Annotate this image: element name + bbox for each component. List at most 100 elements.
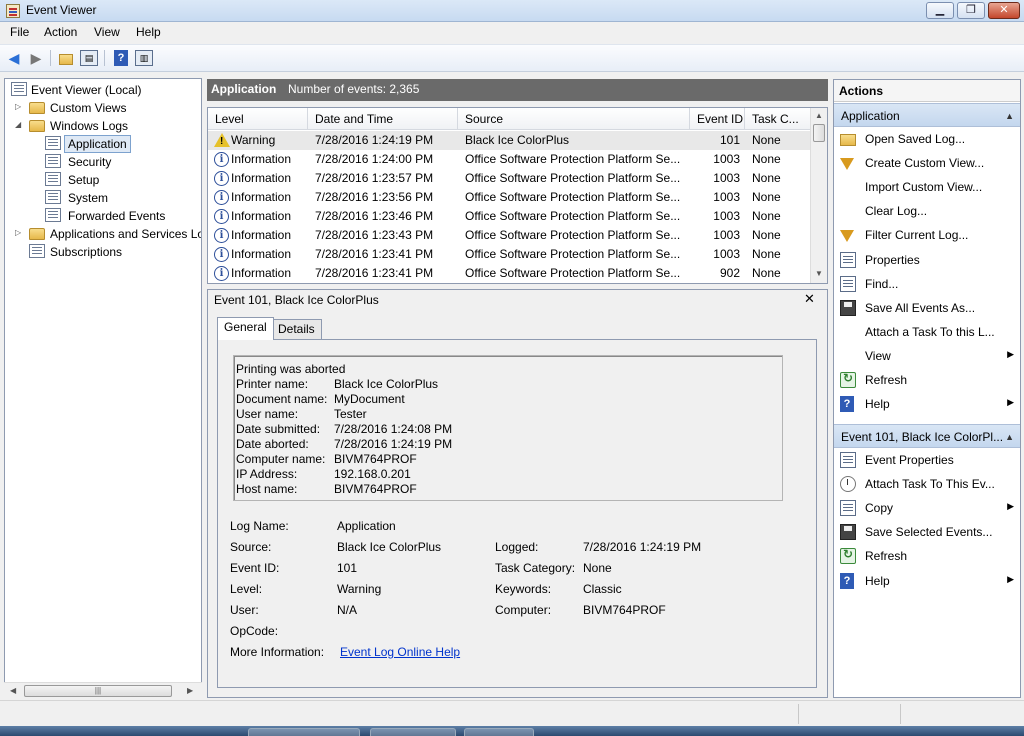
close-button[interactable]: ✕ <box>988 2 1020 19</box>
computer-value: BIVM764PROF <box>583 603 666 617</box>
table-row[interactable]: i Information 7/28/2016 1:23:46 PM Office S… <box>208 207 811 226</box>
action-label: Refresh <box>865 549 908 564</box>
actions-section-event[interactable]: Event 101, Black Ice ColorPl... ▲ <box>834 424 1020 448</box>
tree-node-apps-services[interactable]: ▷ Applications and Services Lo <box>15 225 201 243</box>
menu-action[interactable]: Action <box>44 25 77 39</box>
column-header-level[interactable]: Level <box>208 108 308 130</box>
description-value: BIVM764PROF <box>334 452 417 466</box>
level-cell: Information <box>231 152 292 166</box>
minimize-button[interactable]: ▁ <box>926 2 954 19</box>
table-row[interactable]: i Information 7/28/2016 1:23:41 PM Office S… <box>208 264 811 283</box>
action-refresh[interactable]: Refresh <box>834 369 1020 391</box>
actions-pane: Actions Application ▲ Open Saved Log... C… <box>833 79 1021 698</box>
table-row[interactable]: i Information 7/28/2016 1:23:43 PM Office S… <box>208 226 811 245</box>
action-save-selected-events[interactable]: Save Selected Events... <box>834 521 1020 543</box>
description-value: 192.168.0.201 <box>334 467 411 481</box>
description-value: Tester <box>334 407 367 421</box>
tree-node-windows-logs[interactable]: ◢ Windows Logs <box>15 117 195 135</box>
description-label: Date submitted: <box>236 422 321 436</box>
show-hide-tree-icon[interactable]: ▤ <box>80 50 98 66</box>
scroll-down-arrow-icon[interactable]: ▼ <box>815 269 823 278</box>
source-cell: Office Software Protection Platform Se..… <box>465 247 681 261</box>
open-folder-icon[interactable] <box>56 49 76 67</box>
source-cell: Office Software Protection Platform Se..… <box>465 266 681 280</box>
column-header-task[interactable]: Task C... <box>745 108 811 130</box>
column-header-event-id[interactable]: Event ID <box>690 108 745 130</box>
action-label: Save All Events As... <box>865 300 976 315</box>
back-arrow-icon[interactable]: ◀ <box>4 49 24 67</box>
action-event-properties[interactable]: Event Properties <box>834 449 1020 471</box>
event-viewer-icon <box>11 82 27 96</box>
table-row[interactable]: i Information 7/28/2016 1:23:56 PM Office S… <box>208 188 811 207</box>
refresh-icon <box>840 371 856 388</box>
status-separator <box>900 704 901 724</box>
tab-general[interactable]: General <box>217 317 274 340</box>
action-find[interactable]: Find... <box>834 273 1020 295</box>
log-name-label: Log Name: <box>230 519 289 533</box>
menu-file[interactable]: File <box>10 25 29 39</box>
actions-section-application[interactable]: Application ▲ <box>834 103 1020 127</box>
log-header: Application Number of events: 2,365 <box>207 79 828 101</box>
action-open-saved-log[interactable]: Open Saved Log... <box>834 128 1020 150</box>
table-row[interactable]: ! Warning 7/28/2016 1:24:19 PM Black Ice Co… <box>208 131 811 150</box>
help-icon[interactable]: ? <box>114 50 128 66</box>
action-label: Event Properties <box>865 453 954 467</box>
collapse-arrow-icon[interactable]: ◢ <box>15 121 23 129</box>
information-icon: i <box>214 152 229 167</box>
tab-details[interactable]: Details <box>271 319 322 340</box>
scroll-right-arrow-icon[interactable]: ▶ <box>187 686 193 695</box>
maximize-button[interactable]: ❐ <box>957 2 985 19</box>
action-create-custom-view[interactable]: Create Custom View... <box>834 152 1020 174</box>
show-hide-action-pane-icon[interactable]: ▥ <box>135 50 153 66</box>
grid-vertical-scrollbar[interactable]: ▲ ▼ <box>810 108 827 283</box>
action-properties[interactable]: Properties <box>834 249 1020 271</box>
table-row[interactable]: i Information 7/28/2016 1:23:41 PM Office S… <box>208 245 811 264</box>
scroll-up-arrow-icon[interactable]: ▲ <box>815 111 823 120</box>
action-clear-log[interactable]: Clear Log... <box>834 200 1020 222</box>
user-value: N/A <box>337 603 358 617</box>
task-category-cell: None <box>752 171 781 185</box>
close-detail-icon[interactable]: ✕ <box>804 291 815 307</box>
task-category-cell: None <box>752 228 781 242</box>
level-cell: Warning <box>231 133 276 147</box>
action-import-custom-view[interactable]: Import Custom View... <box>834 176 1020 198</box>
collapse-section-icon[interactable]: ▲ <box>1005 425 1014 447</box>
toolbar: ◀ ▶ ▤ ? ▥ <box>0 44 1024 72</box>
taskbar-button[interactable] <box>370 728 456 736</box>
menu-help[interactable]: Help <box>136 25 161 39</box>
expand-arrow-icon[interactable]: ▷ <box>15 103 23 111</box>
column-header-source[interactable]: Source <box>458 108 690 130</box>
tree-horizontal-scrollbar[interactable]: ◀ ||| ▶ <box>4 682 202 698</box>
scroll-left-arrow-icon[interactable]: ◀ <box>10 686 16 695</box>
action-refresh[interactable]: Refresh <box>834 545 1020 567</box>
action-attach-task-to-this-ev[interactable]: Attach Task To This Ev... <box>834 473 1020 495</box>
action-attach-a-task-to-this-l[interactable]: Attach a Task To this L... <box>834 321 1020 343</box>
action-help[interactable]: ? Help ▶ <box>834 393 1020 415</box>
more-information-label: More Information: <box>230 645 325 659</box>
action-copy[interactable]: Copy ▶ <box>834 497 1020 519</box>
expand-arrow-icon[interactable]: ▷ <box>15 229 23 237</box>
taskbar-button[interactable] <box>248 728 360 736</box>
task-category-cell: None <box>752 133 781 147</box>
scroll-thumb[interactable]: ||| <box>24 685 172 697</box>
action-filter-current-log[interactable]: Filter Current Log... <box>834 224 1020 246</box>
table-row[interactable]: i Information 7/28/2016 1:23:57 PM Office S… <box>208 169 811 188</box>
event-log-online-help-link[interactable]: Event Log Online Help <box>340 645 460 659</box>
action-save-all-events-as[interactable]: Save All Events As... <box>834 297 1020 319</box>
menu-bar: File Action View Help <box>0 22 1024 44</box>
forward-arrow-icon[interactable]: ▶ <box>26 49 46 67</box>
task-category-cell: None <box>752 190 781 204</box>
action-label: Copy <box>865 501 894 516</box>
menu-view[interactable]: View <box>94 25 120 39</box>
column-header-date[interactable]: Date and Time <box>308 108 458 130</box>
action-help[interactable]: ? Help ▶ <box>834 570 1020 592</box>
action-label: Open Saved Log... <box>865 132 966 146</box>
action-label: Clear Log... <box>865 204 928 219</box>
tree-node-custom-views[interactable]: ▷ Custom Views <box>15 99 195 117</box>
taskbar-button[interactable] <box>464 728 534 736</box>
table-row[interactable]: i Information 7/28/2016 1:24:00 PM Office S… <box>208 150 811 169</box>
scroll-thumb[interactable] <box>813 124 825 142</box>
action-view[interactable]: View ▶ <box>834 345 1020 367</box>
collapse-section-icon[interactable]: ▲ <box>1005 104 1014 126</box>
task-icon <box>840 476 856 493</box>
